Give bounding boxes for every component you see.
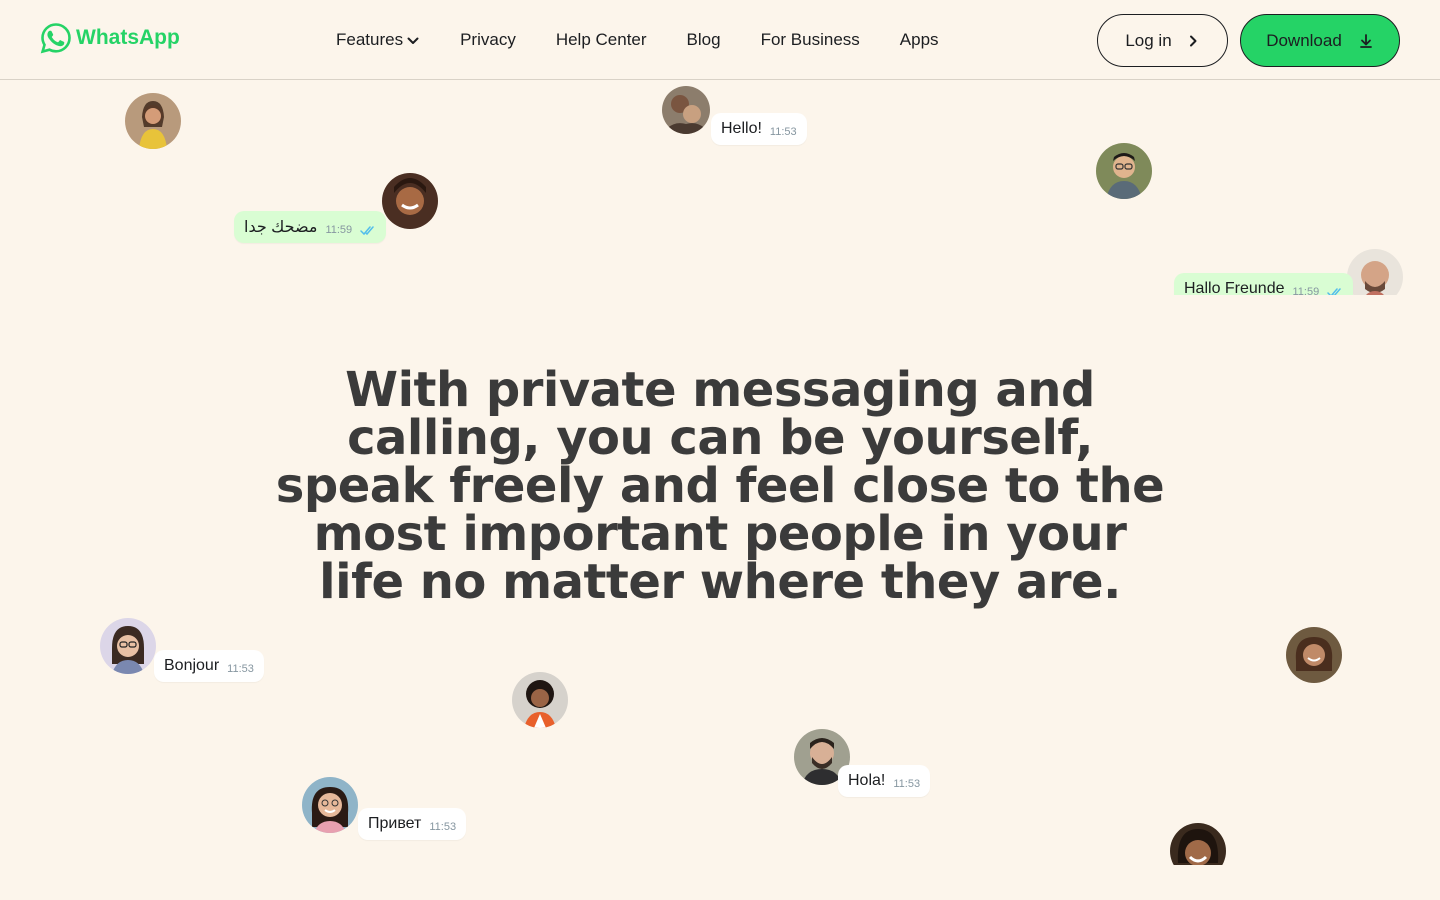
brand-name: WhatsApp: [76, 26, 180, 49]
avatar-woman-bottom-right: [1170, 823, 1226, 865]
login-button[interactable]: Log in: [1097, 14, 1228, 67]
bubble-time: 11:59: [1292, 286, 1320, 295]
bubble-time: 11:53: [769, 126, 797, 138]
chat-bubble-hola: Hola! 11:53: [838, 765, 931, 797]
login-button-label: Log in: [1125, 30, 1172, 50]
bubble-message: مضحك جدا: [244, 219, 318, 236]
bubble-message: Привет: [368, 815, 422, 832]
bubble-message: Hallo Freunde: [1184, 280, 1285, 295]
chat-bubble-bonjour: Bonjour 11:53: [154, 650, 264, 682]
avatar-woman-curly: [512, 672, 568, 728]
avatar-woman-glasses: [100, 618, 156, 674]
avatar-man-glasses: [1096, 143, 1152, 199]
avatar-couple: [662, 86, 710, 134]
clipped-avatar-bottom: [1160, 815, 1240, 865]
nav-privacy-label: Privacy: [460, 30, 516, 49]
bubble-message: Hello!: [721, 120, 762, 137]
nav-blog-label: Blog: [686, 30, 721, 49]
bubble-time: 11:53: [227, 663, 254, 675]
avatar-bald-man: [1347, 249, 1403, 295]
download-button-label: Download: [1266, 30, 1342, 50]
clipped-group-hallo: Hallo Freunde 11:59: [1170, 240, 1410, 295]
nav-help-center[interactable]: Help Center: [556, 30, 647, 50]
chat-bubble-arabic: مضحك جدا 11:59: [234, 211, 387, 243]
bubble-time: 11:53: [429, 821, 457, 833]
chat-bubble-hallo: Hallo Freunde 11:59: [1174, 273, 1354, 295]
avatar-woman-smiling: [382, 173, 438, 229]
main-nav: Features Privacy Help Center Blog For Bu…: [336, 26, 979, 54]
double-check-icon: [360, 225, 374, 235]
nav-apps[interactable]: Apps: [900, 30, 939, 50]
hero-headline: With private messaging and calling, you …: [275, 362, 1165, 610]
whatsapp-logo[interactable]: WhatsApp: [40, 22, 180, 54]
nav-apps-label: Apps: [899, 30, 939, 49]
nav-help-center-label: Help Center: [555, 30, 647, 49]
bubble-time: 11:59: [325, 224, 353, 236]
nav-privacy[interactable]: Privacy: [460, 30, 516, 50]
nav-for-business-label: For Business: [760, 30, 860, 49]
nav-features-label: Features: [336, 30, 404, 49]
bubble-message: Bonjour: [164, 657, 220, 674]
chat-bubble-hello: Hello! 11:53: [711, 113, 807, 145]
download-button[interactable]: Download: [1240, 14, 1400, 67]
download-icon: [1359, 33, 1372, 48]
chevron-right-icon: [1189, 35, 1197, 46]
whatsapp-logo-icon: [40, 23, 71, 54]
avatar-woman-laughing: [1286, 627, 1342, 683]
nav-features[interactable]: Features: [336, 30, 420, 50]
nav-blog[interactable]: Blog: [687, 30, 721, 50]
bubble-time: 11:53: [893, 778, 921, 790]
chat-bubble-privet: Привет 11:53: [358, 808, 467, 840]
site-header: WhatsApp Features Privacy Help Center Bl…: [0, 0, 1440, 80]
chevron-down-icon: [407, 37, 419, 44]
avatar-woman-yellow-top: [125, 93, 181, 149]
bubble-message: Hola!: [848, 772, 886, 789]
double-check-icon: [1327, 287, 1341, 295]
avatar-girl-smiling: [302, 777, 358, 833]
nav-for-business[interactable]: For Business: [761, 30, 860, 50]
